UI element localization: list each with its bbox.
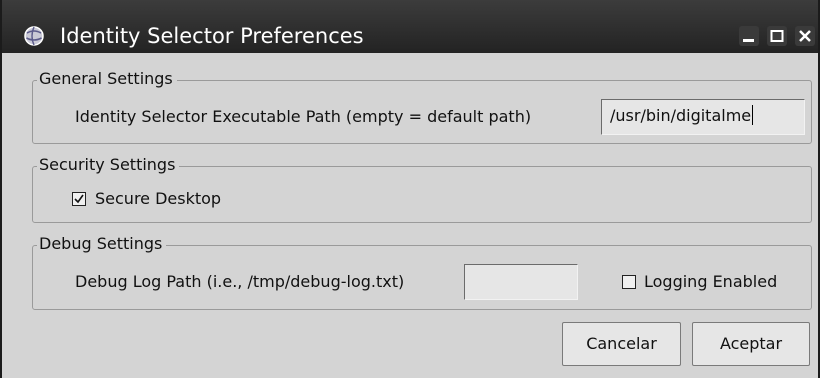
secure-desktop-label[interactable]: Secure Desktop bbox=[95, 189, 221, 209]
general-settings-legend: General Settings bbox=[37, 69, 177, 89]
security-settings-legend: Security Settings bbox=[37, 155, 180, 175]
minimize-icon[interactable] bbox=[739, 26, 759, 46]
debug-settings-legend: Debug Settings bbox=[37, 234, 167, 254]
debug-settings-group: Debug Settings Debug Log Path (i.e., /tm… bbox=[32, 234, 812, 310]
debug-log-path-label: Debug Log Path (i.e., /tmp/debug-log.txt… bbox=[75, 272, 405, 291]
logging-enabled-checkbox[interactable] bbox=[622, 275, 636, 289]
executable-path-input[interactable]: /usr/bin/digitalme bbox=[601, 99, 805, 135]
security-settings-group: Security Settings Secure Desktop bbox=[32, 155, 812, 223]
close-icon[interactable] bbox=[795, 26, 815, 46]
window-title: Identity Selector Preferences bbox=[60, 24, 364, 48]
accept-button[interactable]: Aceptar bbox=[692, 322, 810, 366]
checkmark-icon bbox=[74, 194, 84, 204]
preferences-window: Identity Selector Preferences General Se… bbox=[0, 0, 820, 378]
maximize-icon[interactable] bbox=[767, 26, 787, 46]
general-settings-group: General Settings Identity Selector Execu… bbox=[32, 69, 812, 144]
text-caret bbox=[752, 105, 754, 125]
executable-path-value: /usr/bin/digitalme bbox=[610, 106, 752, 125]
executable-path-label: Identity Selector Executable Path (empty… bbox=[75, 107, 532, 126]
cancel-button[interactable]: Cancelar bbox=[562, 322, 681, 366]
debug-log-path-input[interactable] bbox=[464, 264, 578, 300]
logging-enabled-label[interactable]: Logging Enabled bbox=[644, 272, 777, 292]
app-globe-icon bbox=[22, 24, 46, 48]
title-bar[interactable]: Identity Selector Preferences bbox=[2, 0, 818, 53]
secure-desktop-checkbox[interactable] bbox=[72, 192, 86, 206]
